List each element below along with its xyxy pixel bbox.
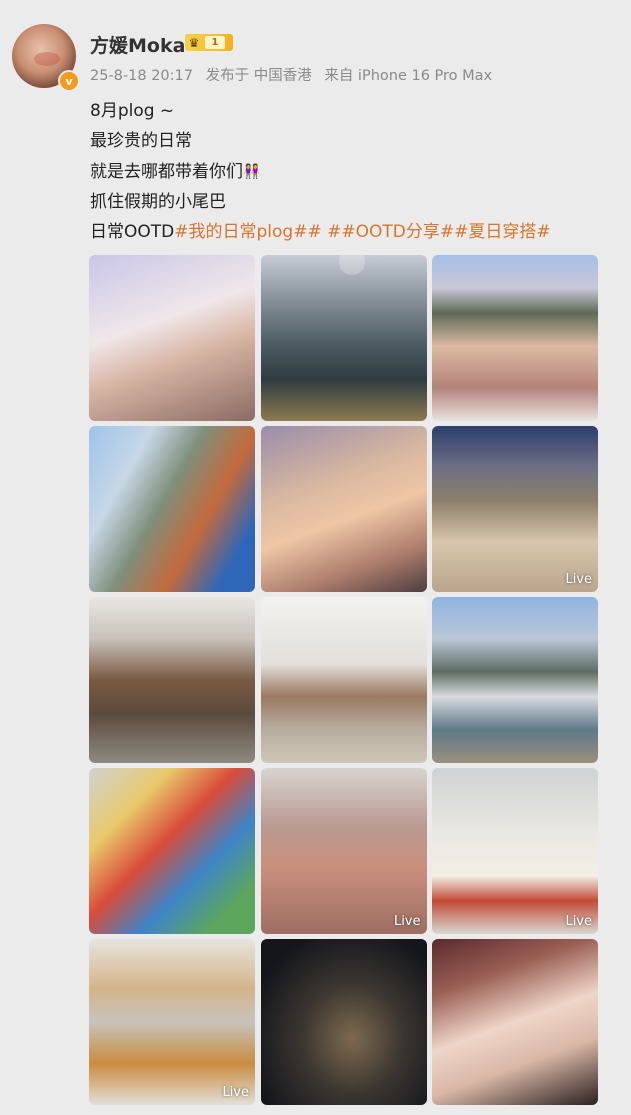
photo-thumbnail[interactable]: Live [260, 768, 427, 934]
avatar-image-detail [34, 52, 60, 66]
people-holding-hands-emoji: 👭 [243, 163, 261, 180]
photo-thumbnail[interactable] [89, 768, 255, 934]
photo-thumbnail[interactable]: Live [432, 426, 598, 592]
live-label: Live [565, 914, 592, 929]
post-content: 8月plog ~ 最珍贵的日常 就是去哪都带着你们👭 抓住假期的小尾巴 日常OO… [90, 96, 610, 248]
photo-thumbnail[interactable] [432, 597, 598, 763]
photo-thumbnail[interactable] [89, 426, 255, 592]
photo-thumbnail[interactable]: Live [89, 939, 255, 1105]
photo-thumbnail[interactable]: Live [432, 768, 598, 934]
photo-thumbnail[interactable] [432, 255, 598, 421]
post-location: 发布于 中国香港 [205, 68, 312, 84]
crown-icon: ♛ [188, 35, 200, 50]
post-meta: 25-8-18 20:17 发布于 中国香港 来自 iPhone 16 Pro … [90, 64, 500, 85]
photo-thumbnail[interactable] [260, 597, 427, 763]
photo-thumbnail[interactable] [260, 255, 427, 421]
photo-thumbnail[interactable] [432, 939, 598, 1105]
live-label: Live [565, 572, 592, 587]
vip-badge[interactable]: ♛ 1 [185, 34, 233, 51]
live-label: Live [393, 914, 421, 929]
post-line: 抓住假期的小尾巴 [90, 192, 226, 213]
hashtag-link[interactable]: #我的日常plog# [174, 222, 307, 242]
post-line-text: 日常OOTD [90, 222, 175, 243]
verified-badge-icon: v [58, 70, 80, 92]
hashtag-link[interactable]: #夏日穿搭# [454, 222, 551, 242]
photo-thumbnail[interactable] [89, 597, 255, 763]
post-device[interactable]: 来自 iPhone 16 Pro Max [324, 68, 492, 84]
photo-grid: Live Live Live Live [89, 255, 598, 1105]
post-timestamp: 25-8-18 20:17 [90, 68, 193, 84]
post-line: 8月plog ~ [90, 101, 175, 121]
username[interactable]: 方媛Moka [90, 31, 185, 58]
post-line: 日常OOTD#我的日常plog## ##OOTD分享##夏日穿搭# [90, 217, 610, 247]
hashtag-link[interactable]: # ##OOTD分享# [307, 222, 454, 242]
photo-thumbnail[interactable] [260, 426, 427, 592]
post-line: 最珍贵的日常 [90, 131, 192, 152]
vip-level: 1 [205, 36, 225, 49]
sticker-decoration [338, 255, 365, 275]
post-line: 就是去哪都带着你们👭 [90, 157, 610, 187]
photo-thumbnail[interactable] [260, 939, 427, 1105]
post-line-text: 就是去哪都带着你们 [90, 161, 243, 182]
photo-thumbnail[interactable] [89, 255, 255, 421]
live-label: Live [222, 1085, 249, 1100]
